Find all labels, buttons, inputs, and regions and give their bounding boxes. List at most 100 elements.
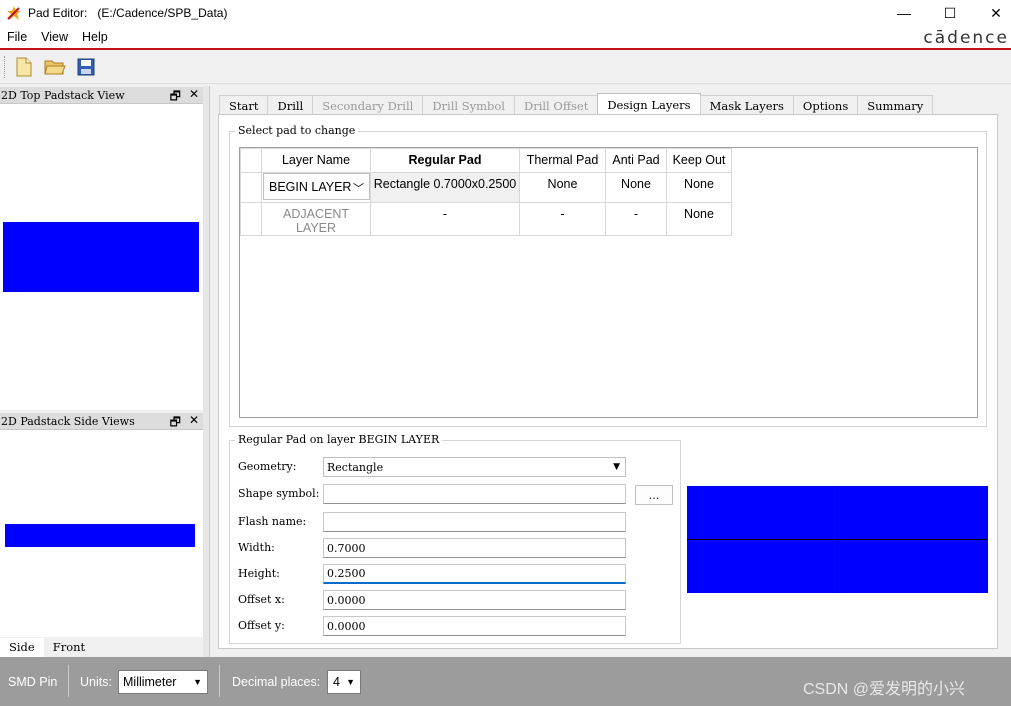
- units-label: Units:: [80, 675, 112, 689]
- close-button[interactable]: ✕: [973, 0, 1011, 26]
- side-view-pad-shape: [5, 524, 195, 547]
- keep-out-cell[interactable]: None: [666, 202, 732, 236]
- tab-summary[interactable]: Summary: [857, 95, 934, 115]
- column-header-anti-pad: Anti Pad: [605, 148, 667, 173]
- top-padstack-view-title: 2D Top Padstack View 🗗 ✕: [0, 87, 203, 104]
- side-padstack-view: [0, 430, 203, 637]
- preview-vertical-axis: [837, 486, 838, 593]
- dropdown-arrow-icon: ▼: [193, 677, 202, 687]
- decimal-places-value: 4: [333, 675, 340, 689]
- geometry-value: Rectangle: [327, 460, 384, 474]
- units-value: Millimeter: [123, 675, 177, 689]
- tab-drill[interactable]: Drill: [267, 95, 314, 115]
- keep-out-cell[interactable]: None: [666, 172, 732, 203]
- shape-symbol-label: Shape symbol:: [238, 487, 320, 500]
- offset-x-input[interactable]: 0.0000: [323, 590, 626, 610]
- select-pad-group: Select pad to change Layer Name Regular …: [229, 124, 987, 427]
- design-layers-panel: Select pad to change Layer Name Regular …: [218, 114, 998, 649]
- table-row[interactable]: BEGIN LAYER ﹀ Rectangle 0.7000x0.2500 No…: [240, 172, 732, 203]
- dock-splitter[interactable]: [203, 86, 210, 657]
- table-row[interactable]: ADJACENT LAYER - - - None: [240, 202, 732, 236]
- layer-name-cell[interactable]: BEGIN LAYER ﹀: [261, 172, 371, 203]
- geometry-select[interactable]: Rectangle ▼: [323, 457, 626, 477]
- window-path: (E:/Cadence/SPB_Data): [97, 6, 228, 20]
- side-padstack-view-title: 2D Padstack Side Views 🗗 ✕: [0, 413, 203, 430]
- column-header-regular-pad: Regular Pad: [370, 148, 520, 173]
- column-header-keep-out: Keep Out: [666, 148, 732, 173]
- width-input[interactable]: 0.7000: [323, 538, 626, 558]
- offset-x-label: Offset x:: [238, 593, 285, 606]
- tab-secondary-drill[interactable]: Secondary Drill: [312, 95, 424, 115]
- table-header-row: Layer Name Regular Pad Thermal Pad Anti …: [240, 148, 732, 173]
- new-file-icon[interactable]: [12, 55, 36, 79]
- menu-help[interactable]: Help: [75, 30, 115, 44]
- height-label: Height:: [238, 567, 280, 580]
- decimal-places-select[interactable]: 4 ▼: [327, 670, 361, 694]
- layer-table-container: Layer Name Regular Pad Thermal Pad Anti …: [239, 147, 978, 418]
- offset-y-input[interactable]: 0.0000: [323, 616, 626, 636]
- status-separator: [219, 665, 220, 697]
- shape-symbol-input[interactable]: [323, 484, 626, 504]
- tab-start[interactable]: Start: [219, 95, 269, 115]
- regular-pad-group: Regular Pad on layer BEGIN LAYER Geometr…: [229, 433, 681, 644]
- status-separator: [68, 665, 69, 697]
- top-view-pad-shape: [3, 222, 199, 292]
- regular-pad-cell[interactable]: Rectangle 0.7000x0.2500: [370, 172, 520, 203]
- geometry-label: Geometry:: [238, 460, 297, 473]
- flash-name-input[interactable]: [323, 512, 626, 532]
- toolbar-grip[interactable]: [4, 56, 6, 78]
- regular-pad-cell[interactable]: -: [370, 202, 520, 236]
- shape-symbol-browse-button[interactable]: ...: [635, 485, 673, 505]
- side-padstack-view-label: 2D Padstack Side Views: [1, 414, 135, 428]
- anti-pad-cell[interactable]: None: [605, 172, 667, 203]
- tab-options[interactable]: Options: [792, 95, 859, 115]
- width-label: Width:: [238, 541, 275, 554]
- main-tab-bar: Start Drill Secondary Drill Drill Symbol…: [219, 93, 934, 115]
- regular-pad-group-title: Regular Pad on layer BEGIN LAYER: [235, 433, 443, 446]
- layer-select-value: BEGIN LAYER: [269, 179, 352, 194]
- anti-pad-cell[interactable]: -: [605, 202, 667, 236]
- pad-preview: [687, 486, 988, 593]
- open-folder-icon[interactable]: [43, 55, 67, 79]
- top-padstack-view-label: 2D Top Padstack View: [1, 88, 125, 102]
- thermal-pad-cell[interactable]: -: [519, 202, 606, 236]
- minimize-button[interactable]: —: [881, 0, 927, 26]
- tab-mask-layers[interactable]: Mask Layers: [699, 95, 794, 115]
- menu-file[interactable]: File: [0, 30, 34, 44]
- tab-side[interactable]: Side: [0, 638, 44, 657]
- layer-name-cell[interactable]: ADJACENT LAYER: [261, 202, 371, 236]
- thermal-pad-cell[interactable]: None: [519, 172, 606, 203]
- offset-y-label: Offset y:: [238, 619, 285, 632]
- select-pad-group-title: Select pad to change: [235, 124, 359, 137]
- row-header[interactable]: [240, 172, 262, 203]
- maximize-button[interactable]: ☐: [927, 0, 973, 26]
- title-bar: Pad Editor: (E:/Cadence/SPB_Data) — ☐ ✕: [0, 0, 1011, 26]
- row-header[interactable]: [240, 202, 262, 236]
- layer-select-dropdown[interactable]: BEGIN LAYER ﹀: [263, 173, 370, 200]
- cadence-logo: cādence: [923, 28, 1009, 48]
- row-header-corner: [240, 148, 262, 173]
- toolbar: [0, 51, 1011, 84]
- top-padstack-view: [0, 104, 203, 410]
- tab-drill-offset[interactable]: Drill Offset: [513, 95, 599, 115]
- side-view-tabs: Side Front: [0, 638, 203, 657]
- window-title: Pad Editor:: [28, 6, 88, 20]
- tab-design-layers[interactable]: Design Layers: [597, 93, 701, 115]
- watermark: CSDN @爱发明的小兴: [803, 681, 966, 698]
- height-input[interactable]: 0.2500: [323, 564, 626, 584]
- layer-table: Layer Name Regular Pad Thermal Pad Anti …: [240, 148, 732, 236]
- flash-name-label: Flash name:: [238, 515, 307, 528]
- menu-view[interactable]: View: [34, 30, 75, 44]
- dropdown-arrow-icon: ▼: [346, 677, 355, 687]
- units-select[interactable]: Millimeter ▼: [118, 670, 208, 694]
- tab-drill-symbol[interactable]: Drill Symbol: [422, 95, 515, 115]
- pad-type-status: SMD Pin: [8, 675, 58, 689]
- save-disk-icon[interactable]: [74, 55, 98, 79]
- column-header-layer-name: Layer Name: [261, 148, 371, 173]
- dropdown-arrow-icon: ▼: [613, 462, 620, 472]
- decimal-places-label: Decimal places:: [232, 675, 321, 689]
- column-header-thermal-pad: Thermal Pad: [519, 148, 606, 173]
- status-bar: SMD Pin Units: Millimeter ▼ Decimal plac…: [0, 657, 1011, 706]
- tab-front[interactable]: Front: [44, 638, 94, 657]
- chevron-down-icon: ﹀: [353, 183, 364, 195]
